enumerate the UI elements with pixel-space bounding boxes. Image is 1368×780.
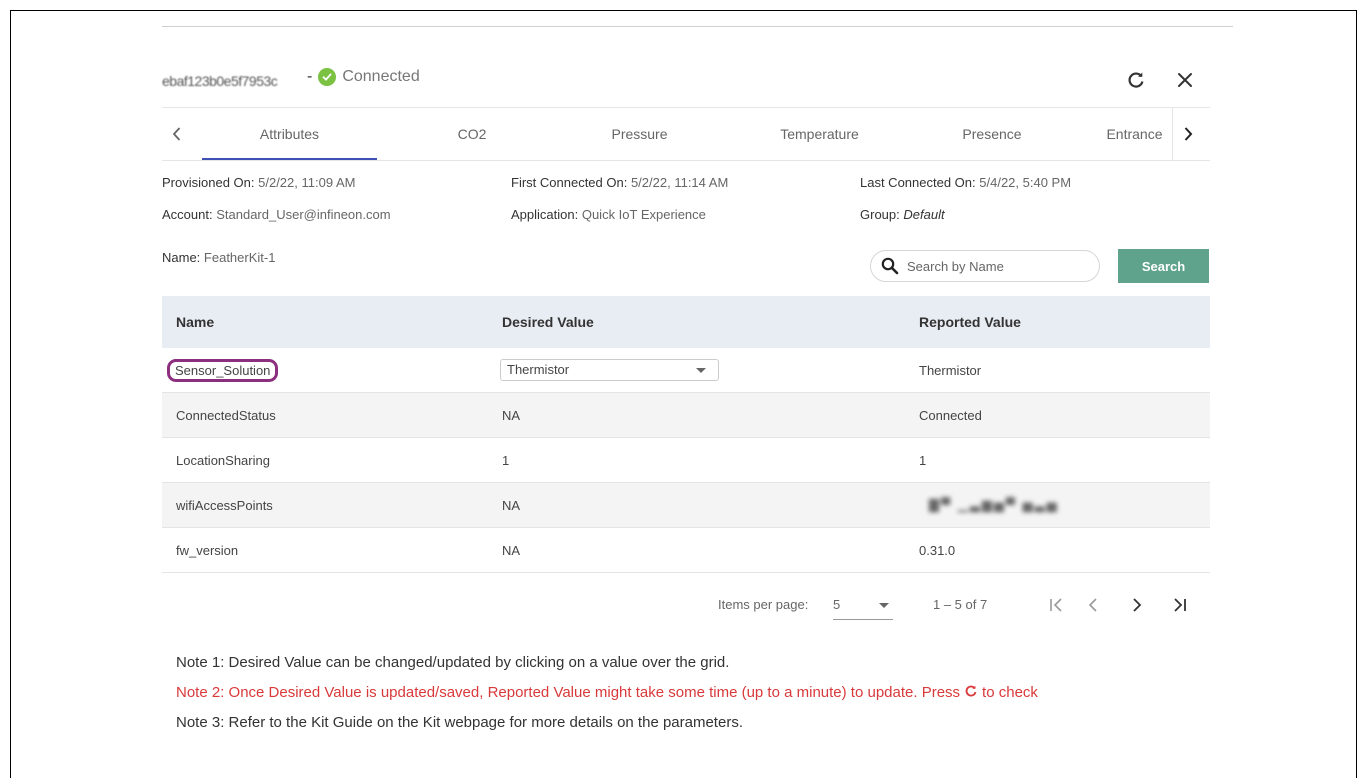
highlighted-name: Sensor_Solution bbox=[167, 358, 279, 382]
info-label: Provisioned On: bbox=[162, 175, 255, 190]
refresh-icon bbox=[1128, 72, 1144, 88]
previous-page-button[interactable] bbox=[1079, 593, 1107, 617]
last-page-button[interactable] bbox=[1165, 593, 1193, 617]
info-value: Standard_User@infineon.com bbox=[216, 207, 391, 222]
info-label: Group: bbox=[860, 207, 900, 222]
chevron-left-icon bbox=[172, 127, 181, 141]
status-text: Connected bbox=[342, 68, 420, 85]
cell-reported: Thermistor bbox=[919, 362, 982, 378]
next-page-button[interactable] bbox=[1123, 593, 1151, 617]
application: Application: Quick IoT Experience bbox=[511, 207, 706, 222]
cell-name: ConnectedStatus bbox=[176, 407, 276, 423]
tab-co2[interactable]: CO2 bbox=[412, 108, 532, 160]
chevron-right-icon bbox=[1133, 598, 1142, 612]
chevron-down-icon bbox=[879, 603, 889, 608]
cell-name: LocationSharing bbox=[176, 452, 270, 468]
first-page-icon bbox=[1050, 598, 1062, 612]
refresh-button[interactable] bbox=[1122, 66, 1150, 94]
connection-status: - Connected bbox=[307, 68, 420, 86]
group: Group: Default bbox=[860, 207, 945, 222]
cell-reported-redacted: ▇▀ ▁▃▆▅▀ ▅▃▅ bbox=[929, 497, 1059, 512]
chevron-down-icon bbox=[696, 368, 706, 373]
divider bbox=[162, 26, 1233, 27]
refresh-icon bbox=[964, 684, 978, 702]
cell-desired: 1 bbox=[502, 452, 510, 468]
note-1: Note 1: Desired Value can be changed/upd… bbox=[176, 654, 730, 671]
account: Account: Standard_User@infineon.com bbox=[162, 207, 391, 222]
last-page-icon bbox=[1174, 598, 1186, 612]
info-label: Application: bbox=[511, 207, 579, 222]
tab-attributes[interactable]: Attributes bbox=[202, 108, 377, 160]
note-2-suffix: to check bbox=[982, 684, 1038, 701]
info-value: 5/2/22, 11:14 AM bbox=[630, 175, 729, 190]
info-value: Quick IoT Experience bbox=[581, 207, 706, 222]
search-field bbox=[870, 250, 1100, 282]
search-input[interactable] bbox=[905, 257, 1089, 275]
desired-value-select[interactable]: Thermistor bbox=[500, 359, 719, 381]
tab-scroll-left-button[interactable] bbox=[162, 108, 192, 160]
tab-pressure[interactable]: Pressure bbox=[582, 108, 697, 160]
note-2-text: Note 2: Once Desired Value is updated/sa… bbox=[176, 684, 961, 701]
info-label: Last Connected On: bbox=[860, 175, 976, 190]
cell-desired: NA bbox=[502, 497, 521, 513]
search-icon bbox=[881, 257, 899, 275]
select-value: Thermistor bbox=[507, 362, 570, 377]
tab-bar: Attributes CO2 Pressure Temperature Pres… bbox=[162, 107, 1210, 161]
info-value: 5/2/22, 11:09 AM bbox=[258, 175, 356, 190]
first-page-button[interactable] bbox=[1043, 593, 1071, 617]
page-size-value: 5 bbox=[833, 597, 841, 612]
cell-reported: 1 bbox=[919, 452, 927, 468]
device-header: ebaf123b0e5f7953c - Connected bbox=[162, 64, 1210, 96]
page-range: 1 – 5 of 7 bbox=[933, 597, 988, 612]
chevron-left-icon bbox=[1088, 598, 1097, 612]
page-size-select[interactable]: 5 bbox=[833, 597, 893, 620]
check-icon bbox=[318, 68, 337, 86]
table-row[interactable]: wifiAccessPoints NA ▇▀ ▁▃▆▅▀ ▅▃▅ bbox=[162, 483, 1210, 528]
cell-name: wifiAccessPoints bbox=[176, 497, 273, 513]
tab-entrance[interactable]: Entrance bbox=[1097, 108, 1172, 160]
provisioned-on: Provisioned On: 5/2/22, 11:09 AM bbox=[162, 175, 355, 190]
device-name: Name: FeatherKit-1 bbox=[162, 250, 275, 265]
attributes-table: Name Desired Value Reported Value Sensor… bbox=[162, 296, 1210, 573]
paginator: Items per page: 5 1 – 5 of 7 bbox=[0, 592, 1368, 622]
note-3: Note 3: Refer to the Kit Guide on the Ki… bbox=[176, 714, 743, 731]
status-separator: - bbox=[307, 68, 313, 85]
info-value: 5/4/22, 5:40 PM bbox=[979, 175, 1072, 190]
first-connected-on: First Connected On: 5/2/22, 11:14 AM bbox=[511, 175, 728, 190]
cell-desired: NA bbox=[502, 407, 521, 423]
info-value: Default bbox=[903, 207, 945, 222]
cell-desired: NA bbox=[502, 542, 521, 558]
cell-name: fw_version bbox=[176, 542, 239, 558]
column-header-desired: Desired Value bbox=[502, 314, 594, 330]
table-row[interactable]: ConnectedStatus NA Connected bbox=[162, 393, 1210, 438]
close-button[interactable] bbox=[1171, 66, 1199, 94]
table-row[interactable]: Sensor_Solution Thermistor Thermistor bbox=[162, 348, 1210, 393]
tab-scroll-right-button[interactable] bbox=[1172, 108, 1203, 160]
tab-presence[interactable]: Presence bbox=[932, 108, 1052, 160]
column-header-name: Name bbox=[176, 314, 215, 330]
table-header: Name Desired Value Reported Value bbox=[162, 296, 1210, 348]
last-connected-on: Last Connected On: 5/4/22, 5:40 PM bbox=[860, 175, 1071, 190]
info-value: FeatherKit-1 bbox=[203, 250, 276, 265]
info-label: Account: bbox=[162, 207, 213, 222]
cell-reported: Connected bbox=[919, 407, 982, 423]
column-header-reported: Reported Value bbox=[919, 314, 1021, 330]
close-icon bbox=[1178, 73, 1192, 87]
tab-temperature[interactable]: Temperature bbox=[757, 108, 882, 160]
search-button[interactable]: Search bbox=[1118, 249, 1209, 283]
cell-name: Sensor_Solution bbox=[167, 358, 279, 382]
chevron-right-icon bbox=[1184, 127, 1193, 141]
info-label: Name: bbox=[162, 250, 201, 265]
cell-reported: 0.31.0 bbox=[919, 542, 956, 558]
note-2: Note 2: Once Desired Value is updated/sa… bbox=[176, 684, 1038, 702]
table-row[interactable]: LocationSharing 1 1 bbox=[162, 438, 1210, 483]
table-row[interactable]: fw_version NA 0.31.0 bbox=[162, 528, 1210, 573]
items-per-page-label: Items per page: bbox=[718, 597, 809, 612]
info-label: First Connected On: bbox=[511, 175, 628, 190]
device-id: ebaf123b0e5f7953c bbox=[162, 73, 278, 89]
